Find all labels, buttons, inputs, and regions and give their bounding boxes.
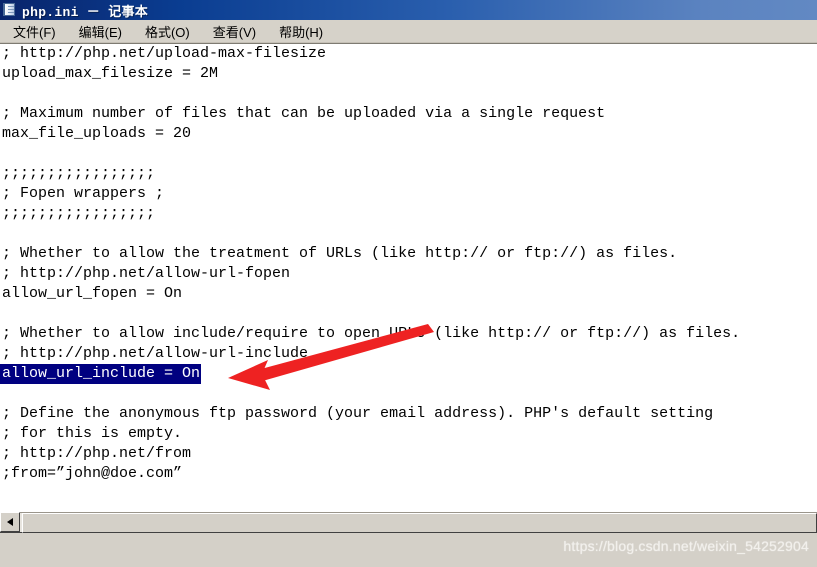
- menu-file[interactable]: 文件(F): [4, 20, 65, 43]
- title-bar: php.ini － 记事本: [0, 0, 817, 20]
- status-strip: https://blog.csdn.net/weixin_54252904: [0, 534, 817, 567]
- window-title: php.ini － 记事本: [22, 4, 149, 20]
- code-line: ; Whether to allow include/require to op…: [2, 325, 741, 342]
- code-line: ; Define the anonymous ftp password (you…: [2, 405, 714, 422]
- code-line: ; Whether to allow the treatment of URLs…: [2, 245, 678, 262]
- code-line: ;;;;;;;;;;;;;;;;;: [2, 205, 156, 222]
- scrollbar-thumb[interactable]: [22, 513, 817, 533]
- code-line: ;;;;;;;;;;;;;;;;;: [2, 165, 156, 182]
- selected-text-highlight: allow_url_include = On: [0, 364, 202, 384]
- text-editor-area[interactable]: ; http://php.net/upload-max-filesize upl…: [0, 43, 817, 511]
- menu-edit[interactable]: 编辑(E): [70, 20, 131, 43]
- scrollbar-track[interactable]: [20, 512, 817, 533]
- watermark-text: https://blog.csdn.net/weixin_54252904: [563, 538, 809, 554]
- menu-help[interactable]: 帮助(H): [270, 20, 332, 43]
- code-line: ; http://php.net/allow-url-include: [2, 345, 309, 362]
- menu-view[interactable]: 查看(V): [204, 20, 265, 43]
- notepad-icon: [2, 2, 18, 18]
- code-line: ; for this is empty.: [2, 425, 183, 442]
- code-line: upload_max_filesize = 2M: [2, 65, 219, 82]
- code-line: ; http://php.net/from: [2, 445, 192, 462]
- selected-line-row: allow_url_include = On: [0, 364, 817, 384]
- editor-content[interactable]: ; http://php.net/upload-max-filesize upl…: [0, 44, 817, 511]
- code-line: ; http://php.net/allow-url-fopen: [2, 265, 291, 282]
- menu-bar: 文件(F) 编辑(E) 格式(O) 查看(V) 帮助(H): [0, 20, 817, 43]
- code-line: allow_url_fopen = On: [2, 285, 183, 302]
- menu-format[interactable]: 格式(O): [136, 20, 199, 43]
- horizontal-scrollbar[interactable]: [0, 511, 817, 533]
- code-line: ; Maximum number of files that can be up…: [2, 105, 606, 122]
- code-line: ; Fopen wrappers ;: [2, 185, 165, 202]
- code-line: max_file_uploads = 20: [2, 125, 192, 142]
- code-line: ; http://php.net/upload-max-filesize: [2, 45, 327, 62]
- notepad-window: php.ini － 记事本 文件(F) 编辑(E) 格式(O) 查看(V) 帮助…: [0, 0, 817, 567]
- scroll-left-arrow-icon[interactable]: [0, 512, 20, 532]
- code-line: ;from=”john@doe.com”: [2, 465, 183, 482]
